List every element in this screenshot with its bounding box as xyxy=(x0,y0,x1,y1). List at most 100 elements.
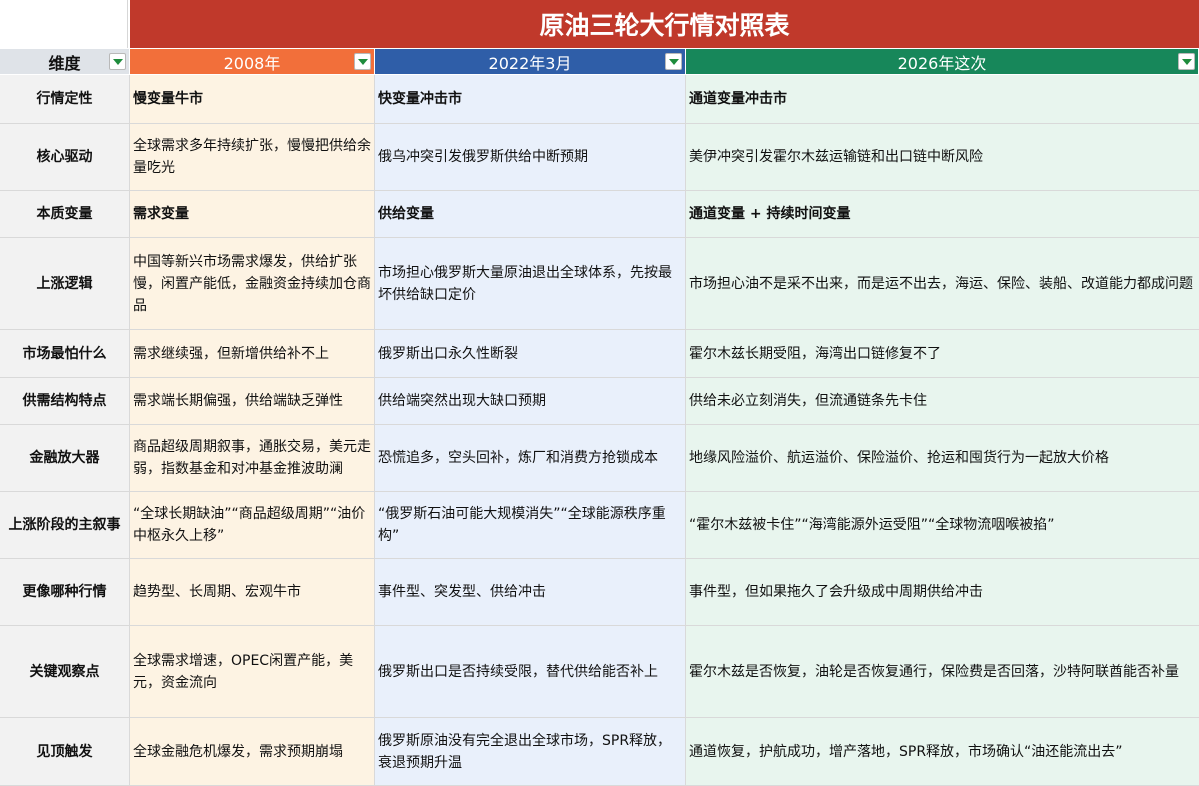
cell-2008[interactable]: 慢变量牛市 xyxy=(130,75,375,123)
row-dimension-text: 更像哪种行情 xyxy=(22,584,107,600)
row-dimension-text: 上涨阶段的主叙事 xyxy=(8,517,121,533)
cell-2008-text: 全球需求多年持续扩张，慢慢把供给余量吃光 xyxy=(133,138,371,176)
filter-dropdown-dimension[interactable] xyxy=(109,53,126,70)
cell-2026-text: 通道变量 + 持续时间变量 xyxy=(689,206,851,222)
row-dimension[interactable]: 上涨逻辑 xyxy=(0,238,130,329)
row-dimension-text: 市场最怕什么 xyxy=(22,345,107,362)
cell-2026-text: 事件型，但如果拖久了会升级成中周期供给冲击 xyxy=(689,584,983,600)
cell-2008-text: 需求变量 xyxy=(133,206,189,222)
cell-2008[interactable]: 全球金融危机爆发，需求预期崩塌 xyxy=(130,718,375,785)
cell-2008[interactable]: 全球需求多年持续扩张，慢慢把供给余量吃光 xyxy=(130,124,375,190)
cell-2008-text: 需求端长期偏强，供给端缺乏弹性 xyxy=(133,393,343,409)
cell-2022-text: 市场担心俄罗斯大量原油退出全球体系，先按最坏供给缺口定价 xyxy=(378,264,672,303)
cell-2026[interactable]: 美伊冲突引发霍尔木兹运输链和出口链中断风险 xyxy=(686,124,1199,190)
cell-2022[interactable]: 俄罗斯原油没有完全退出全球市场，SPR释放，衰退预期升温 xyxy=(375,718,686,785)
row-dimension[interactable]: 关键观察点 xyxy=(0,626,130,717)
cell-2022[interactable]: 事件型、突发型、供给冲击 xyxy=(375,559,686,625)
dropdown-arrow-icon xyxy=(668,58,679,65)
cell-2008[interactable]: 需求端长期偏强，供给端缺乏弹性 xyxy=(130,378,375,424)
cell-2008[interactable]: 趋势型、长周期、宏观牛市 xyxy=(130,559,375,625)
cell-2026-text: 市场担心油不是采不出来，而是运不出去，海运、保险、装船、改道能力都成问题 xyxy=(689,275,1193,292)
table-row: 上涨阶段的主叙事 “全球长期缺油”“商品超级周期”“油价中枢永久上移” “俄罗斯石油… xyxy=(0,492,1199,559)
table-row: 关键观察点 全球需求增速，OPEC闲置产能，美元，资金流向 俄罗斯出口是否持续受限，… xyxy=(0,626,1199,718)
cell-2008-text: 趋势型、长周期、宏观牛市 xyxy=(133,584,301,600)
row-dimension[interactable]: 更像哪种行情 xyxy=(0,559,130,625)
row-dimension[interactable]: 上涨阶段的主叙事 xyxy=(0,492,130,558)
row-dimension[interactable]: 金融放大器 xyxy=(0,425,130,491)
cell-2022[interactable]: “俄罗斯石油可能大规模消失”“全球能源秩序重构” xyxy=(375,492,686,558)
table-row: 核心驱动 全球需求多年持续扩张，慢慢把供给余量吃光 俄乌冲突引发俄罗斯供给中断预期 美… xyxy=(0,124,1199,191)
cell-2022[interactable]: 快变量冲击市 xyxy=(375,75,686,123)
cell-2026[interactable]: 霍尔木兹是否恢复，油轮是否恢复通行，保险费是否回落，沙特阿联酋能否补量 xyxy=(686,626,1199,717)
table-row: 金融放大器 商品超级周期叙事，通胀交易，美元走弱，指数基金和对冲基金推波助澜 恐慌追… xyxy=(0,425,1199,492)
row-dimension-text: 金融放大器 xyxy=(29,450,100,466)
cell-2008[interactable]: 中国等新兴市场需求爆发，供给扩张慢，闲置产能低，金融资金持续加仓商品 xyxy=(130,238,375,329)
dropdown-arrow-icon xyxy=(1181,58,1192,65)
cell-2022[interactable]: 市场担心俄罗斯大量原油退出全球体系，先按最坏供给缺口定价 xyxy=(375,238,686,329)
cell-2008[interactable]: 需求继续强，但新增供给补不上 xyxy=(130,330,375,377)
cell-2026[interactable]: 市场担心油不是采不出来，而是运不出去，海运、保险、装船、改道能力都成问题 xyxy=(686,238,1199,329)
table-row: 供需结构特点 需求端长期偏强，供给端缺乏弹性 供给端突然出现大缺口预期 供给未必立刻消… xyxy=(0,378,1199,425)
cell-2008-text: 慢变量牛市 xyxy=(133,91,203,107)
cell-2008-text: 中国等新兴市场需求爆发，供给扩张慢，闲置产能低，金融资金持续加仓商品 xyxy=(133,253,371,314)
cell-2022-text: “俄罗斯石油可能大规模消失”“全球能源秩序重构” xyxy=(378,506,666,544)
row-dimension-text: 本质变量 xyxy=(36,206,93,222)
cell-2026[interactable]: 霍尔木兹长期受阻，海湾出口链修复不了 xyxy=(686,330,1199,377)
row-dimension[interactable]: 见顶触发 xyxy=(0,718,130,785)
cell-2008[interactable]: 需求变量 xyxy=(130,191,375,237)
filter-dropdown-2026[interactable] xyxy=(1178,53,1195,70)
cell-2026[interactable]: 地缘风险溢价、航运溢价、保险溢价、抢运和囤货行为一起放大价格 xyxy=(686,425,1199,491)
table-row: 更像哪种行情 趋势型、长周期、宏观牛市 事件型、突发型、供给冲击 事件型，但如果拖久了… xyxy=(0,559,1199,626)
cell-2022[interactable]: 恐慌追多，空头回补，炼厂和消费方抢锁成本 xyxy=(375,425,686,491)
cell-2008-text: 商品超级周期叙事，通胀交易，美元走弱，指数基金和对冲基金推波助澜 xyxy=(133,439,371,477)
cell-2026-text: 通道变量冲击市 xyxy=(689,91,787,107)
cell-2026[interactable]: 通道变量冲击市 xyxy=(686,75,1199,123)
cell-2022[interactable]: 供给端突然出现大缺口预期 xyxy=(375,378,686,424)
cell-2026-text: 通道恢复，护航成功，增产落地，SPR释放，市场确认“油还能流出去” xyxy=(689,743,1123,760)
filter-dropdown-2022[interactable] xyxy=(665,53,682,70)
cell-2008[interactable]: 商品超级周期叙事，通胀交易，美元走弱，指数基金和对冲基金推波助澜 xyxy=(130,425,375,491)
cell-2008[interactable]: “全球长期缺油”“商品超级周期”“油价中枢永久上移” xyxy=(130,492,375,558)
cell-2022[interactable]: 供给变量 xyxy=(375,191,686,237)
cell-2022-text: 俄乌冲突引发俄罗斯供给中断预期 xyxy=(378,149,588,165)
table-row: 上涨逻辑 中国等新兴市场需求爆发，供给扩张慢，闲置产能低，金融资金持续加仓商品 市场… xyxy=(0,238,1199,330)
cell-2022-text: 供给端突然出现大缺口预期 xyxy=(378,393,546,409)
cell-2026[interactable]: 通道变量 + 持续时间变量 xyxy=(686,191,1199,237)
header-2008-label: 2008年 xyxy=(223,53,281,73)
row-dimension[interactable]: 市场最怕什么 xyxy=(0,330,130,377)
cell-2022[interactable]: 俄乌冲突引发俄罗斯供给中断预期 xyxy=(375,124,686,190)
row-dimension-text: 上涨逻辑 xyxy=(36,275,93,292)
row-dimension[interactable]: 行情定性 xyxy=(0,75,130,123)
dropdown-arrow-icon xyxy=(112,58,123,65)
cell-2026[interactable]: 通道恢复，护航成功，增产落地，SPR释放，市场确认“油还能流出去” xyxy=(686,718,1199,785)
cell-2026-text: 供给未必立刻消失，但流通链条先卡住 xyxy=(689,393,927,409)
cell-2022-text: 俄罗斯出口永久性断裂 xyxy=(378,345,518,362)
cell-2008-text: “全球长期缺油”“商品超级周期”“油价中枢永久上移” xyxy=(133,506,366,544)
cell-2026-text: 美伊冲突引发霍尔木兹运输链和出口链中断风险 xyxy=(689,149,983,165)
cell-2026[interactable]: 事件型，但如果拖久了会升级成中周期供给冲击 xyxy=(686,559,1199,625)
header-2022: 2022年3月 xyxy=(375,49,686,74)
cell-2026[interactable]: 供给未必立刻消失，但流通链条先卡住 xyxy=(686,378,1199,424)
row-dimension-text: 见顶触发 xyxy=(36,743,93,760)
cell-2022-text: 俄罗斯原油没有完全退出全球市场，SPR释放，衰退预期升温 xyxy=(378,732,672,771)
cell-2022[interactable]: 俄罗斯出口永久性断裂 xyxy=(375,330,686,377)
row-dimension[interactable]: 核心驱动 xyxy=(0,124,130,190)
header-2008: 2008年 xyxy=(130,49,375,74)
title-left-blank xyxy=(0,0,128,48)
table-row: 本质变量 需求变量 供给变量 通道变量 + 持续时间变量 xyxy=(0,191,1199,238)
cell-2026[interactable]: “霍尔木兹被卡住”“海湾能源外运受阻”“全球物流咽喉被掐” xyxy=(686,492,1199,558)
row-dimension[interactable]: 本质变量 xyxy=(0,191,130,237)
header-dimension: 维度 xyxy=(0,49,130,74)
table-row: 行情定性 慢变量牛市 快变量冲击市 通道变量冲击市 xyxy=(0,75,1199,124)
cell-2008-text: 全球需求增速，OPEC闲置产能，美元，资金流向 xyxy=(133,652,354,691)
row-dimension[interactable]: 供需结构特点 xyxy=(0,378,130,424)
cell-2022-text: 恐慌追多，空头回补，炼厂和消费方抢锁成本 xyxy=(378,450,658,466)
filter-dropdown-2008[interactable] xyxy=(354,53,371,70)
cell-2022[interactable]: 俄罗斯出口是否持续受限，替代供给能否补上 xyxy=(375,626,686,717)
header-2022-label: 2022年3月 xyxy=(488,53,572,73)
cell-2026-text: “霍尔木兹被卡住”“海湾能源外运受阻”“全球物流咽喉被掐” xyxy=(689,517,1055,533)
cell-2022-text: 快变量冲击市 xyxy=(378,91,462,107)
cell-2008[interactable]: 全球需求增速，OPEC闲置产能，美元，资金流向 xyxy=(130,626,375,717)
header-2026-label: 2026年这次 xyxy=(897,53,987,73)
table-title-text: 原油三轮大行情对照表 xyxy=(539,11,790,40)
